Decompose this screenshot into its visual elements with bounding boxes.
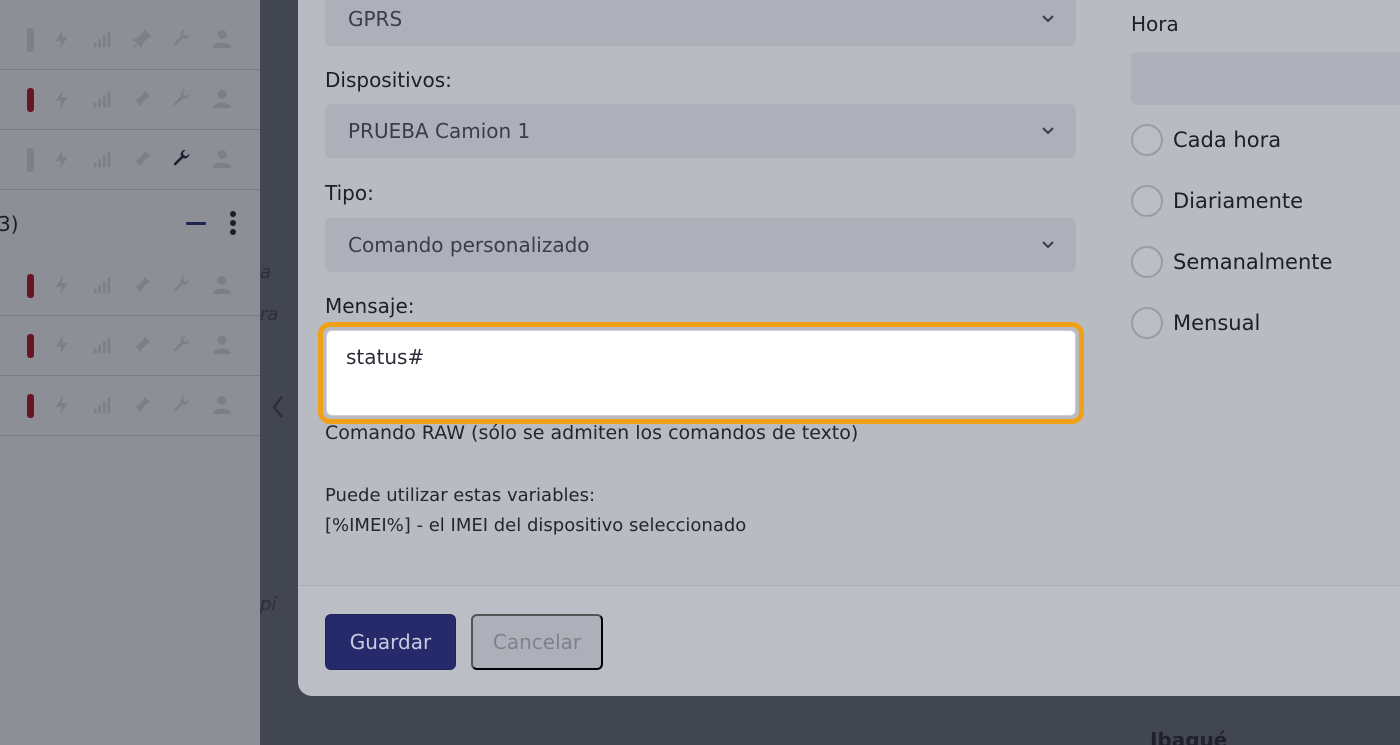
modal-footer [298,585,1400,696]
message-helper-text: Comando RAW (sólo se admiten los comando… [325,422,859,444]
map-label: pí [260,594,277,615]
radio-circle[interactable] [1131,307,1163,339]
list-item[interactable] [0,256,260,316]
pin-icon [130,26,154,52]
signal-icon [90,146,114,172]
protocol-select[interactable]: GPRS [325,0,1076,46]
wrench-icon [170,392,194,418]
list-item[interactable] [0,10,260,70]
radio-daily[interactable]: Diariamente [1131,185,1303,217]
status-indicator [27,148,34,172]
type-select[interactable]: Comando personalizado [325,218,1076,272]
wrench-icon [170,332,194,358]
signal-icon [90,332,114,358]
variables-title: Puede utilizar estas variables: [325,485,596,506]
signal-icon [90,86,114,112]
map-label: ra [260,304,279,325]
user-icon [210,86,234,112]
wrench-icon [170,86,194,112]
devices-select-value: PRUEBA Camion 1 [348,119,531,143]
status-indicator [27,334,34,358]
group-label: 3) [0,212,19,236]
list-item[interactable] [0,130,260,190]
radio-hourly[interactable]: Cada hora [1131,124,1281,156]
devices-label: Dispositivos: [325,68,452,92]
command-modal: GPRS Dispositivos: PRUEBA Camion 1 Tipo:… [298,0,1400,696]
power-icon [50,86,74,112]
devices-select[interactable]: PRUEBA Camion 1 [325,104,1076,158]
power-icon [50,146,74,172]
wrench-icon [170,26,194,52]
user-icon [210,332,234,358]
power-icon [50,392,74,418]
signal-icon [90,272,114,298]
wrench-icon [170,146,194,172]
collapse-group-icon[interactable] [186,222,206,225]
radio-circle[interactable] [1131,124,1163,156]
radio-label: Semanalmente [1173,250,1333,274]
message-focus-ring: status# [318,322,1084,424]
hour-label: Hora [1131,12,1179,36]
protocol-select-value: GPRS [348,7,403,31]
pin-icon [130,272,154,298]
pin-icon [130,86,154,112]
group-header[interactable]: 3) [0,190,260,256]
radio-label: Mensual [1173,311,1261,335]
signal-icon [90,392,114,418]
power-icon [50,26,74,52]
cancel-button[interactable]: Cancelar [471,614,603,670]
message-label: Mensaje: [325,294,415,318]
type-label: Tipo: [325,181,374,205]
radio-circle[interactable] [1131,246,1163,278]
variables-item: [%IMEI%] - el IMEI del dispositivo selec… [325,515,747,536]
user-icon [210,26,234,52]
signal-icon [90,26,114,52]
radio-circle[interactable] [1131,185,1163,217]
chevron-down-icon [1042,127,1054,135]
status-indicator [27,88,34,112]
chevron-down-icon [1042,241,1054,249]
radio-label: Diariamente [1173,189,1304,213]
device-list: 3) [0,0,260,745]
hour-input[interactable] [1131,52,1400,105]
status-indicator [27,274,34,298]
pin-icon [130,146,154,172]
map-label: a [260,262,272,283]
map-city-label: Ibagué [1150,728,1228,745]
user-icon [210,392,234,418]
power-icon [50,332,74,358]
status-indicator [27,394,34,418]
wrench-icon [170,272,194,298]
radio-label: Cada hora [1173,128,1282,152]
pin-icon [130,332,154,358]
save-button[interactable]: Guardar [325,614,456,670]
collapse-sidebar-icon[interactable] [270,394,286,420]
list-item[interactable] [0,316,260,376]
status-indicator [27,28,34,52]
kebab-menu-icon[interactable] [226,210,240,236]
radio-monthly[interactable]: Mensual [1131,307,1260,339]
type-select-value: Comando personalizado [348,233,590,257]
chevron-down-icon [1042,15,1054,23]
user-icon [210,146,234,172]
user-icon [210,272,234,298]
list-item[interactable] [0,70,260,130]
power-icon [50,272,74,298]
radio-weekly[interactable]: Semanalmente [1131,246,1332,278]
pin-icon [130,392,154,418]
list-item[interactable] [0,376,260,436]
message-textarea[interactable]: status# [326,330,1076,416]
